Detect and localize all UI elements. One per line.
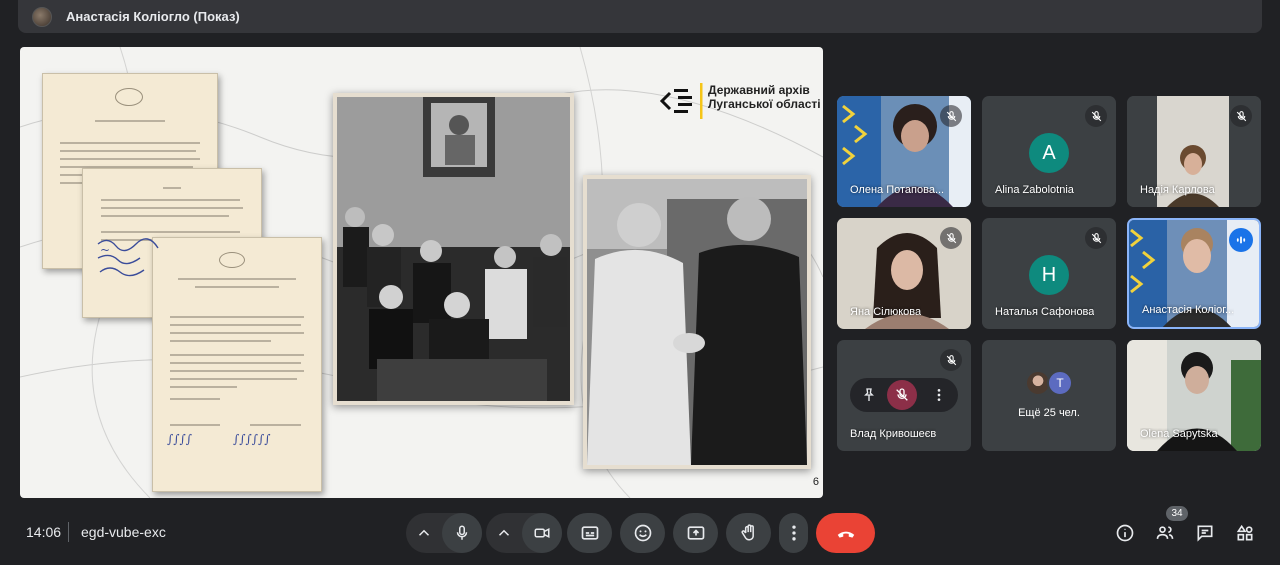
participant-tile[interactable]: Яна Сілюкова bbox=[837, 218, 971, 329]
people-icon bbox=[1156, 526, 1174, 539]
signature-graphic bbox=[94, 232, 164, 282]
meeting-info-button[interactable] bbox=[1113, 521, 1137, 545]
muted-mic-icon bbox=[1085, 227, 1107, 249]
meeting-code: egd-vube-exc bbox=[81, 524, 166, 540]
participant-tile[interactable]: H Наталья Сафонова bbox=[982, 218, 1116, 329]
avatar: T bbox=[1047, 370, 1073, 396]
participant-name: Наталья Сафонова bbox=[995, 306, 1095, 318]
avatar: H bbox=[1029, 255, 1069, 295]
muted-mic-icon bbox=[1085, 105, 1107, 127]
people-button[interactable] bbox=[1153, 521, 1177, 545]
shared-slide: ~ ∫∫∫∫ ∫∫∫∫∫∫ Державний архів Луганської… bbox=[20, 47, 823, 498]
pin-icon[interactable] bbox=[854, 380, 884, 410]
participant-tile[interactable]: A Alina Zabolotnia bbox=[982, 96, 1116, 207]
raise-hand-button[interactable] bbox=[726, 513, 771, 553]
emoji-button[interactable] bbox=[620, 513, 665, 553]
participant-name: Надія Карлова bbox=[1140, 184, 1215, 196]
signature-graphic: ∫∫∫∫∫∫ bbox=[233, 432, 271, 446]
more-options-icon bbox=[791, 525, 796, 541]
participant-name: Анастасія Коліог... bbox=[1142, 304, 1235, 316]
chat-icon bbox=[1197, 525, 1213, 542]
participant-name: Alina Zabolotnia bbox=[995, 184, 1074, 196]
camera-control bbox=[486, 513, 562, 553]
divider bbox=[68, 522, 69, 542]
mic-button[interactable] bbox=[442, 513, 482, 553]
participant-name: Олена Потапова... bbox=[850, 184, 945, 196]
chat-button[interactable] bbox=[1193, 521, 1217, 545]
microphone-control bbox=[406, 513, 482, 553]
muted-mic-icon bbox=[940, 349, 962, 371]
participant-tile[interactable]: Влад Кривошеєв bbox=[837, 340, 971, 451]
signature-graphic: ∫∫∫∫ bbox=[167, 432, 193, 446]
raise-hand-icon bbox=[741, 524, 754, 541]
info-icon bbox=[1116, 524, 1134, 542]
emoji-icon bbox=[634, 524, 651, 542]
mute-participant-icon[interactable] bbox=[887, 380, 917, 410]
avatar: A bbox=[1029, 133, 1069, 173]
participant-tile[interactable]: Надія Карлова bbox=[1127, 96, 1261, 207]
chevron-up-icon[interactable] bbox=[494, 523, 514, 543]
archive-name-line1: Державний архів bbox=[708, 83, 810, 97]
archive-name: Державний архів Луганської області bbox=[708, 83, 821, 111]
camera-button[interactable] bbox=[522, 513, 562, 553]
chevron-up-icon[interactable] bbox=[414, 523, 434, 543]
more-participants-tile[interactable]: T Ещё 25 чел. bbox=[982, 340, 1116, 451]
leave-call-button[interactable] bbox=[816, 513, 875, 553]
speaking-indicator-icon bbox=[1229, 228, 1253, 252]
document-page-0-signatures: ~ bbox=[100, 243, 111, 257]
archive-name-line2: Луганської області bbox=[708, 97, 821, 111]
more-options-button[interactable] bbox=[779, 513, 808, 553]
presenter-title: Анастасія Коліогло (Показ) bbox=[66, 9, 240, 24]
participant-name: Влад Кривошеєв bbox=[850, 428, 937, 440]
muted-mic-icon bbox=[940, 105, 962, 127]
captions-button[interactable] bbox=[567, 513, 612, 553]
more-options-icon[interactable] bbox=[924, 380, 954, 410]
hangup-icon bbox=[837, 531, 854, 538]
activities-icon bbox=[1236, 524, 1253, 541]
people-count-badge: 34 bbox=[1166, 506, 1188, 521]
activities-button[interactable] bbox=[1233, 521, 1257, 545]
muted-mic-icon bbox=[1230, 105, 1252, 127]
mic-icon bbox=[456, 525, 468, 540]
presenter-bar: Анастасія Коліогло (Показ) bbox=[18, 0, 1262, 33]
participant-name: Яна Сілюкова bbox=[850, 306, 922, 318]
participant-tile[interactable]: Олена Потапова... bbox=[837, 96, 971, 207]
participant-tile[interactable]: Olena Sapytska bbox=[1127, 340, 1261, 451]
tile-hover-controls bbox=[850, 378, 958, 412]
slide-page-number: 6 bbox=[812, 476, 819, 488]
presenter-avatar bbox=[32, 7, 52, 27]
present-button[interactable] bbox=[673, 513, 718, 553]
historical-photo-signing bbox=[333, 93, 574, 405]
captions-icon bbox=[581, 526, 598, 540]
participant-tile-active-speaker[interactable]: Анастасія Коліог... bbox=[1127, 218, 1261, 329]
present-icon bbox=[687, 526, 704, 540]
camera-icon bbox=[534, 528, 550, 538]
muted-mic-icon bbox=[940, 227, 962, 249]
meeting-clock: 14:06 bbox=[26, 524, 62, 540]
document-page-3: ∫∫∫∫ ∫∫∫∫∫∫ bbox=[152, 237, 322, 492]
participant-name: Olena Sapytska bbox=[1140, 428, 1218, 440]
historical-photo-handshake bbox=[583, 175, 811, 469]
more-participants-count: Ещё 25 чел. bbox=[1018, 407, 1080, 419]
